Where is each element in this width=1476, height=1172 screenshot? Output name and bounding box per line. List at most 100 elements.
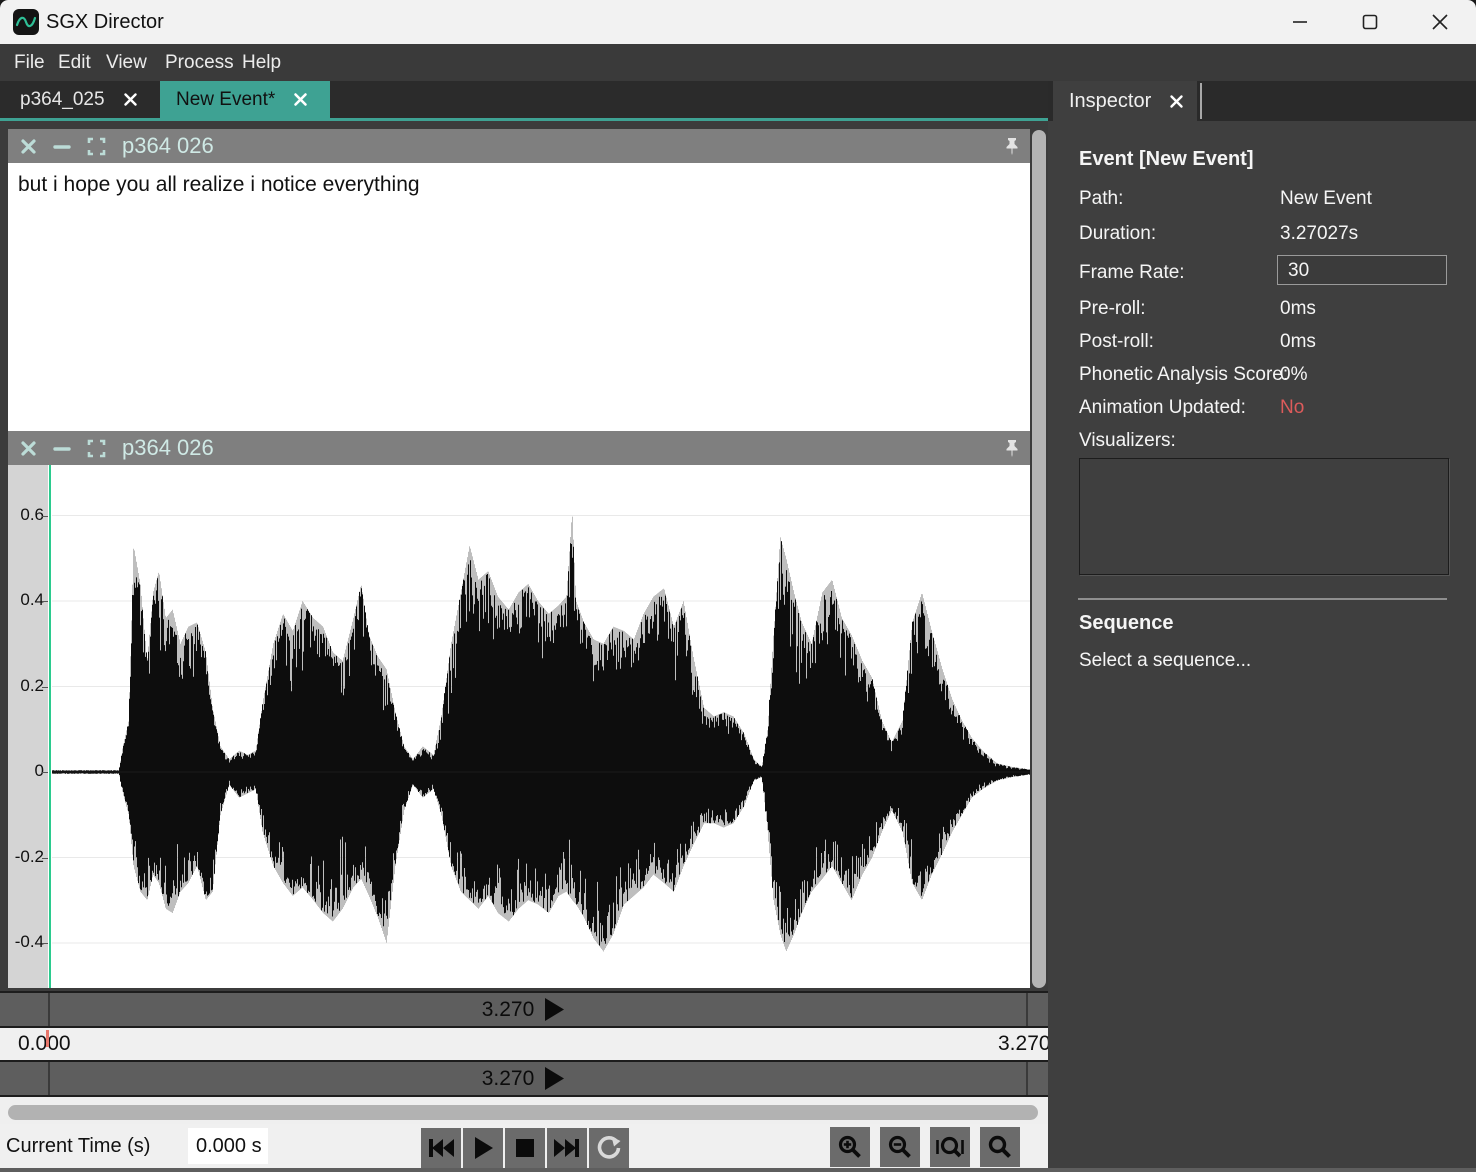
panel-title: p364 026 — [122, 435, 214, 461]
app-window: SGX Director File Edit View Process Help… — [0, 0, 1476, 1172]
menu-edit[interactable]: Edit — [58, 44, 91, 81]
field-value-animation-updated: No — [1280, 397, 1304, 419]
window-bottom-edge — [0, 1168, 1476, 1172]
minimize-icon[interactable] — [1277, 0, 1323, 44]
range-duration-label: 3.270 — [482, 1067, 535, 1091]
stop-icon — [514, 1137, 536, 1159]
panel-close-icon[interactable] — [20, 440, 37, 457]
y-axis-tick-label: 0.4 — [20, 590, 44, 610]
horizontal-scrollbar-track[interactable] — [0, 1097, 1048, 1124]
tab-new-event[interactable]: New Event* — [160, 81, 330, 118]
field-label-path: Path: — [1079, 188, 1123, 210]
field-value-path: New Event — [1280, 188, 1372, 210]
zoom-button[interactable] — [980, 1127, 1020, 1167]
range-end-handle[interactable] — [1026, 1062, 1028, 1095]
range-end-handle[interactable] — [1026, 993, 1028, 1026]
menu-help[interactable]: Help — [242, 44, 281, 81]
close-icon[interactable] — [1417, 0, 1463, 44]
y-axis-tick-mark — [42, 516, 48, 517]
loop-button[interactable] — [589, 1128, 629, 1168]
tab-close-icon[interactable] — [123, 92, 138, 107]
range-start-handle[interactable] — [48, 993, 50, 1026]
y-axis-tick-label: 0.6 — [20, 505, 44, 525]
selection-range-bar-bottom[interactable]: 3.270 — [0, 1060, 1048, 1097]
panel-close-icon[interactable] — [20, 138, 37, 155]
waveform-panel: p364 026 0.6 0.4 0.2 0 -0.2 -0.4 — [8, 431, 1030, 988]
inspector-tab-row: Inspector — [1048, 81, 1476, 121]
vertical-scrollbar[interactable] — [1032, 130, 1046, 988]
inspector-dock: Inspector Event [New Event] Path: New Ev… — [1048, 81, 1476, 1168]
range-duration-label: 3.270 — [482, 998, 535, 1022]
field-label-post-roll: Post-roll: — [1079, 331, 1154, 353]
skip-to-start-button[interactable] — [421, 1128, 461, 1168]
tab-p364-025[interactable]: p364_025 — [0, 81, 160, 118]
zoom-in-button[interactable] — [830, 1127, 870, 1167]
transcript-content[interactable]: but i hope you all realize i notice ever… — [8, 163, 1030, 431]
y-axis-tick-mark — [42, 687, 48, 688]
skip-to-end-button[interactable] — [547, 1128, 587, 1168]
transcript-panel: p364 026 but i hope you all realize i no… — [8, 129, 1030, 431]
field-label-frame-rate: Frame Rate: — [1079, 262, 1185, 284]
tab-close-icon[interactable] — [293, 92, 308, 107]
zoom-icon — [987, 1134, 1013, 1160]
stop-button[interactable] — [505, 1128, 545, 1168]
transcript-panel-header[interactable]: p364 026 — [8, 129, 1030, 163]
y-axis-tick-mark — [42, 601, 48, 602]
zoom-fit-icon — [935, 1134, 965, 1160]
section-divider — [1078, 598, 1447, 600]
zoom-out-button[interactable] — [880, 1127, 920, 1167]
ruler-start-time: 0.000 — [18, 1028, 71, 1060]
field-value-phonetic-score: 0% — [1280, 364, 1307, 386]
window-title: SGX Director — [46, 0, 164, 44]
tab-close-icon[interactable] — [1169, 94, 1184, 109]
pin-icon[interactable] — [1002, 136, 1022, 161]
tab-inspector[interactable]: Inspector — [1053, 81, 1197, 121]
app-logo-wave-icon — [13, 9, 39, 35]
menu-view[interactable]: View — [106, 44, 147, 81]
range-start-handle[interactable] — [48, 1062, 50, 1095]
maximize-icon[interactable] — [1347, 0, 1393, 44]
field-label-phonetic-score: Phonetic Analysis Score: — [1079, 364, 1288, 386]
playback-cursor-line — [49, 465, 51, 988]
skip-to-end-icon — [552, 1136, 582, 1160]
inspector-tab-label: Inspector — [1069, 90, 1151, 113]
play-icon — [471, 1135, 495, 1161]
y-axis-tick-label: 0.2 — [20, 676, 44, 696]
selection-range-bar-top[interactable]: 3.270 — [0, 991, 1048, 1028]
playhead-marker[interactable] — [46, 1030, 49, 1047]
panel-title: p364 026 — [122, 133, 214, 159]
y-axis-tick-mark — [42, 858, 48, 859]
frame-rate-input[interactable]: 30 — [1277, 255, 1447, 285]
panel-expand-icon[interactable] — [87, 137, 106, 156]
menu-process[interactable]: Process — [165, 44, 234, 81]
title-bar[interactable]: SGX Director — [0, 0, 1476, 44]
tab-separator — [1200, 83, 1202, 119]
active-tab-underline — [0, 118, 1048, 121]
menu-file[interactable]: File — [14, 44, 45, 81]
skip-to-start-icon — [426, 1136, 456, 1160]
zoom-fit-button[interactable] — [930, 1127, 970, 1167]
panel-expand-icon[interactable] — [87, 439, 106, 458]
tab-label: New Event* — [176, 89, 275, 111]
play-button[interactable] — [463, 1128, 503, 1168]
play-range-icon[interactable] — [542, 996, 566, 1023]
waveform-panel-header[interactable]: p364 026 — [8, 431, 1030, 465]
ruler-end-time: 3.270 — [998, 1028, 1048, 1060]
horizontal-scrollbar[interactable] — [8, 1105, 1038, 1120]
panel-minimize-icon[interactable] — [53, 440, 71, 457]
pin-icon[interactable] — [1002, 438, 1022, 463]
sequence-placeholder: Select a sequence... — [1079, 650, 1251, 672]
waveform-plot[interactable] — [52, 465, 1030, 988]
y-axis-tick-mark — [42, 772, 48, 773]
zoom-out-icon — [887, 1134, 913, 1160]
current-time-field[interactable]: 0.000 s — [188, 1128, 268, 1164]
visualizers-list[interactable] — [1079, 458, 1449, 575]
y-axis-tick-label: 0 — [35, 761, 44, 781]
time-ruler[interactable]: 0.000 3.270 — [0, 1028, 1048, 1060]
y-axis-tick-label: -0.4 — [15, 932, 44, 952]
amplitude-axis: 0.6 0.4 0.2 0 -0.2 -0.4 — [8, 465, 48, 988]
panel-minimize-icon[interactable] — [53, 138, 71, 155]
y-axis-tick-label: -0.2 — [15, 847, 44, 867]
tab-label: p364_025 — [20, 89, 105, 111]
play-range-icon[interactable] — [542, 1065, 566, 1092]
